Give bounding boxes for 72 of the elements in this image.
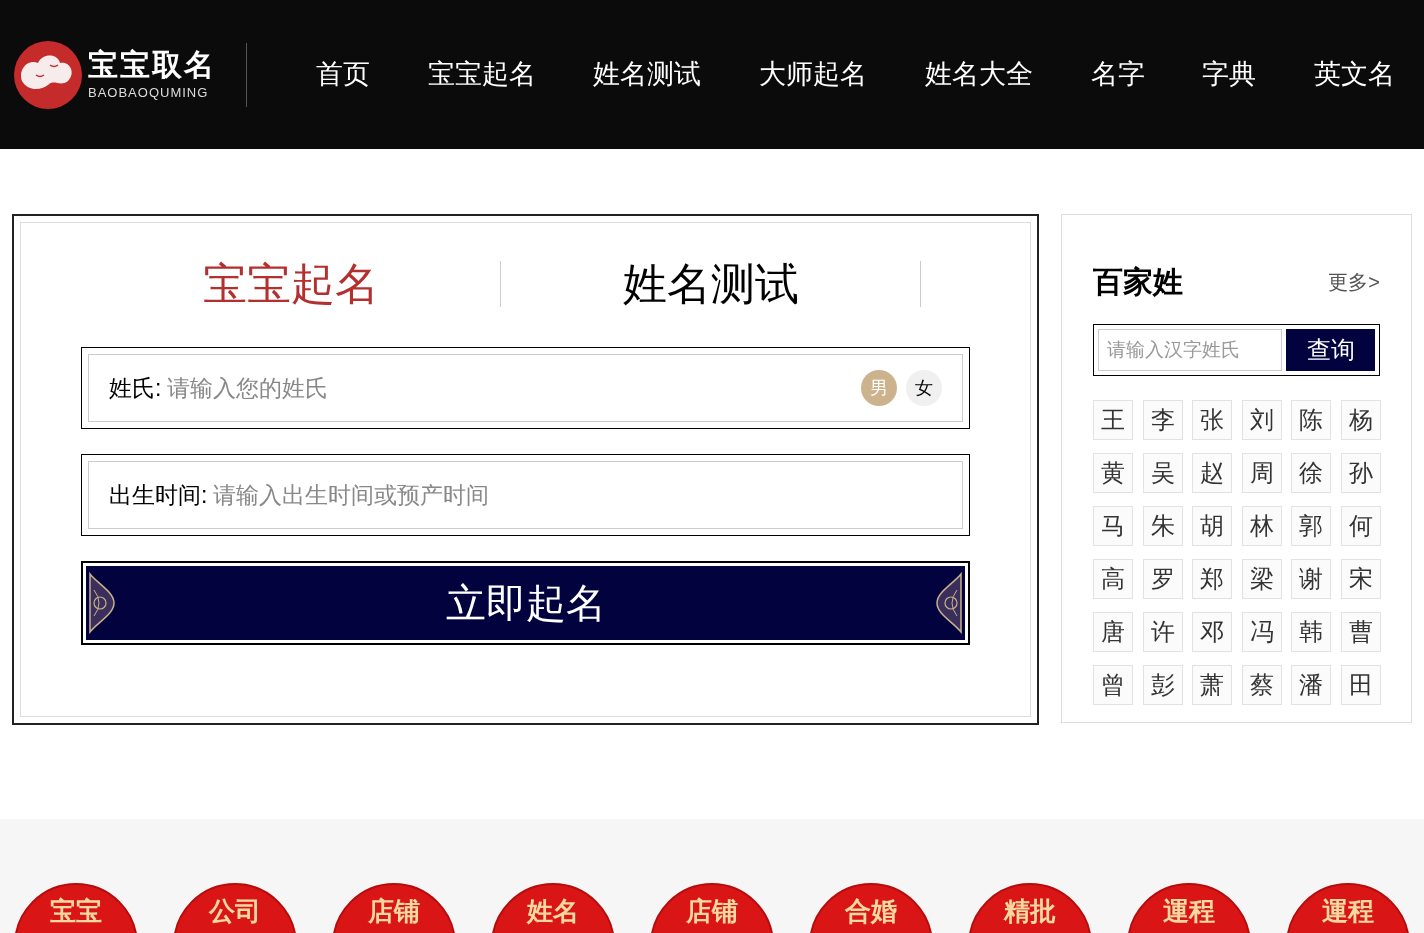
surname-item[interactable]: 冯 bbox=[1241, 612, 1282, 652]
surname-item[interactable]: 胡 bbox=[1192, 506, 1232, 546]
surname-item[interactable]: 郑 bbox=[1192, 559, 1232, 599]
submit-button[interactable]: 立即起名 bbox=[81, 561, 970, 645]
nav-link[interactable]: 宝宝起名 bbox=[427, 54, 536, 95]
surname-item[interactable]: 周 bbox=[1241, 453, 1282, 493]
ornament-icon bbox=[933, 570, 963, 636]
surname-item[interactable]: 郭 bbox=[1291, 506, 1331, 546]
seal-badge[interactable]: 合婚 bbox=[809, 883, 933, 933]
surname-item[interactable]: 谢 bbox=[1291, 559, 1331, 599]
surname-item[interactable]: 韩 bbox=[1291, 612, 1331, 652]
nav-link[interactable]: 姓名测试 bbox=[593, 54, 702, 95]
surname-item[interactable]: 潘 bbox=[1291, 665, 1331, 705]
surname-input[interactable]: 请输入您的姓氏 bbox=[167, 370, 852, 406]
field-label: 姓氏: bbox=[109, 373, 162, 403]
surname-item[interactable]: 邓 bbox=[1192, 612, 1232, 652]
birth-field[interactable]: 出生时间: 请输入出生时间或预产时间 bbox=[88, 461, 963, 529]
field-label: 出生时间: bbox=[109, 480, 208, 510]
surname-item[interactable]: 黄 bbox=[1093, 453, 1133, 493]
seal-badge[interactable]: 運程 bbox=[1127, 883, 1251, 933]
surname-item[interactable]: 罗 bbox=[1142, 559, 1183, 599]
surname-item[interactable]: 陈 bbox=[1291, 400, 1331, 440]
surname-item[interactable]: 林 bbox=[1241, 506, 1282, 546]
surname-item[interactable]: 彭 bbox=[1142, 665, 1183, 705]
form-tab[interactable]: 姓名测试 bbox=[501, 261, 921, 307]
surname-field[interactable]: 姓氏: 请输入您的姓氏 男 女 bbox=[88, 354, 963, 422]
surname-item[interactable]: 王 bbox=[1093, 400, 1133, 440]
surname-item[interactable]: 赵 bbox=[1192, 453, 1232, 493]
nav-link[interactable]: 名字 bbox=[1090, 54, 1145, 95]
gender-toggle[interactable]: 女 bbox=[906, 370, 942, 406]
nav-link[interactable]: 大师起名 bbox=[759, 54, 868, 95]
surname-item[interactable]: 梁 bbox=[1241, 559, 1282, 599]
logo-title: 宝宝取名 bbox=[88, 46, 216, 83]
logo-subtitle: BAOBAOQUMING bbox=[88, 83, 210, 102]
surname-item[interactable]: 张 bbox=[1192, 400, 1232, 440]
seal-badge[interactable]: 店铺 bbox=[650, 883, 774, 933]
form-tab[interactable]: 宝宝起名 bbox=[81, 261, 501, 307]
nav-link[interactable]: 首页 bbox=[315, 54, 370, 95]
logo-icon bbox=[14, 40, 82, 109]
surname-search-input[interactable]: 请输入汉字姓氏 bbox=[1098, 329, 1282, 371]
surname-item[interactable]: 何 bbox=[1340, 506, 1381, 546]
surname-item[interactable]: 马 bbox=[1093, 506, 1133, 546]
seal-badge[interactable]: 運程 bbox=[1286, 883, 1410, 933]
birth-input[interactable]: 请输入出生时间或预产时间 bbox=[213, 477, 942, 513]
surname-item[interactable]: 李 bbox=[1142, 400, 1183, 440]
surname-item[interactable]: 朱 bbox=[1142, 506, 1183, 546]
panel-title: 百家姓 bbox=[1093, 264, 1183, 300]
surname-item[interactable]: 许 bbox=[1142, 612, 1183, 652]
surname-item[interactable]: 唐 bbox=[1093, 612, 1133, 652]
surname-item[interactable]: 萧 bbox=[1192, 665, 1232, 705]
surname-item[interactable]: 徐 bbox=[1291, 453, 1331, 493]
surname-item[interactable]: 刘 bbox=[1241, 400, 1282, 440]
surname-item[interactable]: 蔡 bbox=[1241, 665, 1282, 705]
nav-link[interactable]: 英文名 bbox=[1314, 54, 1396, 95]
nav-link[interactable]: 姓名大全 bbox=[924, 54, 1033, 95]
surname-item[interactable]: 田 bbox=[1340, 665, 1381, 705]
seal-badge[interactable]: 姓名 bbox=[491, 883, 615, 933]
ornament-icon bbox=[88, 570, 118, 636]
nav-link[interactable]: 字典 bbox=[1202, 54, 1257, 95]
surname-item[interactable]: 杨 bbox=[1340, 400, 1381, 440]
surname-item[interactable]: 宋 bbox=[1340, 559, 1381, 599]
more-link[interactable]: 更多> bbox=[1328, 266, 1380, 297]
search-button[interactable]: 查询 bbox=[1286, 329, 1375, 371]
surname-item[interactable]: 曾 bbox=[1093, 665, 1133, 705]
surname-item[interactable]: 曹 bbox=[1340, 612, 1381, 652]
seal-badge[interactable]: 店铺 bbox=[332, 883, 456, 933]
surname-item[interactable]: 吴 bbox=[1142, 453, 1183, 493]
surname-item[interactable]: 孙 bbox=[1340, 453, 1381, 493]
seal-badge[interactable]: 精批 bbox=[968, 883, 1092, 933]
surname-item[interactable]: 高 bbox=[1093, 559, 1133, 599]
seal-badge[interactable]: 宝宝 bbox=[14, 883, 138, 933]
seal-badge[interactable]: 公司 bbox=[173, 883, 297, 933]
